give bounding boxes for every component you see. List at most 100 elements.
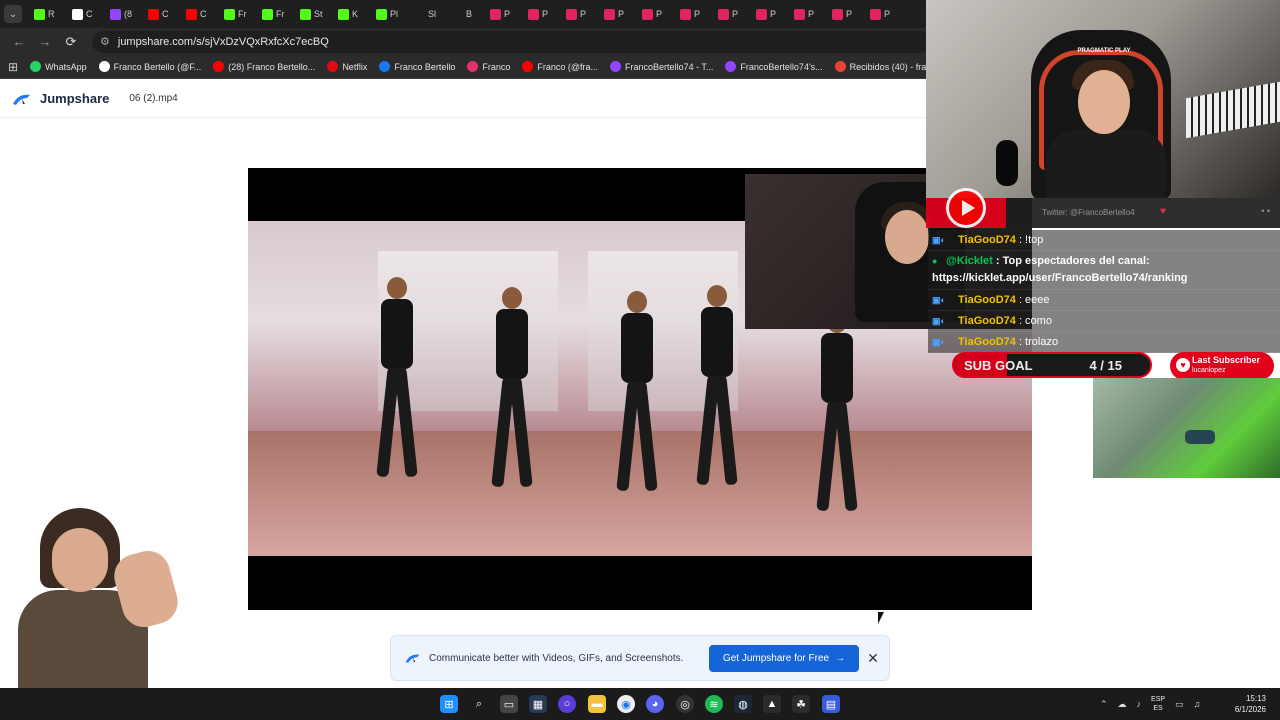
tab-favicon-icon — [718, 8, 729, 20]
language-indicator[interactable]: ESP ES — [1151, 695, 1165, 713]
bookmark-item[interactable]: FrancoBertello74 - T... — [610, 61, 713, 72]
display-icon[interactable]: ▭ — [1175, 699, 1184, 710]
app-icon[interactable]: ▲ — [763, 695, 781, 713]
browser-tab[interactable]: K — [332, 3, 368, 25]
app-icon[interactable]: ▤ — [822, 695, 840, 713]
get-jumpshare-button[interactable]: Get Jumpshare for Free → — [709, 645, 859, 672]
bookmark-icon — [327, 61, 339, 72]
browser-tab[interactable]: C — [142, 3, 178, 25]
browser-tab[interactable]: Fr — [256, 3, 292, 25]
start-icon[interactable]: ⊞ — [440, 695, 458, 713]
browser-tab[interactable]: P — [484, 3, 520, 25]
browser-tab[interactable]: St — [294, 3, 330, 25]
url-text: jumpshare.com/s/sjVxDzVQxRxfcXc7ecBQ — [117, 35, 329, 48]
bookmark-item[interactable]: Recibidos (40) - fran... — [834, 61, 939, 72]
clock[interactable]: 15:13 6/1/2026 — [1226, 693, 1266, 715]
file-explorer-icon[interactable]: ▬ — [588, 695, 606, 713]
tab-label: Fr — [276, 9, 285, 19]
spotify-icon[interactable]: ≋ — [705, 695, 723, 713]
browser-tab[interactable]: P — [712, 3, 748, 25]
bookmark-item[interactable]: Franco (@fra... — [522, 61, 598, 72]
task-view-icon[interactable]: ▭ — [500, 695, 518, 713]
browser-tab[interactable]: P — [750, 3, 786, 25]
bookmark-label: FrancoBertello74's... — [740, 61, 823, 72]
site-info-icon[interactable]: ⚙ — [100, 35, 110, 48]
back-icon[interactable]: ← — [8, 31, 30, 53]
bookmark-item[interactable]: Franco Bertello — [379, 61, 455, 72]
tab-favicon-icon — [72, 8, 83, 20]
bookmark-icon — [522, 61, 534, 72]
bookmark-item[interactable]: Franco Bertello (@F... — [98, 61, 201, 72]
browser-tab[interactable]: Sl — [408, 3, 444, 25]
dancer — [368, 277, 426, 478]
chevron-up-icon[interactable]: ⌃ — [1100, 699, 1108, 710]
browser-tab[interactable]: B — [446, 3, 482, 25]
browser-tab[interactable]: C — [180, 3, 216, 25]
store-icon[interactable]: ▦ — [529, 695, 547, 713]
cortana-icon[interactable]: ○ — [558, 695, 576, 713]
apps-grid-icon[interactable]: ⊞ — [8, 60, 18, 74]
bookmark-icon — [725, 61, 737, 72]
browser-tab[interactable]: Pl — [370, 3, 406, 25]
bookmark-item[interactable]: (28) Franco Bertello... — [213, 61, 315, 72]
close-icon[interactable]: ✕ — [865, 650, 881, 666]
bookmark-icon — [610, 61, 622, 72]
reload-icon[interactable]: ⟳ — [60, 31, 82, 53]
obs-icon[interactable]: ◎ — [676, 695, 694, 713]
last-subscriber-title: Last Subscriber — [1192, 355, 1261, 365]
bookmark-label: Netflix — [342, 61, 368, 72]
browser-tab[interactable]: P — [636, 3, 672, 25]
brand-name[interactable]: Jumpshare — [40, 91, 109, 106]
address-bar[interactable]: ⚙ jumpshare.com/s/sjVxDzVQxRxfcXc7ecBQ — [92, 30, 932, 53]
tab-label: P — [580, 9, 587, 19]
bookmark-item[interactable]: WhatsApp — [30, 61, 87, 72]
sub-goal-label: SUB GOAL — [964, 358, 1033, 373]
jumpshare-logo-icon[interactable] — [12, 92, 32, 106]
tab-favicon-icon — [300, 8, 311, 20]
microphone — [996, 140, 1018, 186]
video-player[interactable] — [248, 168, 1032, 610]
browser-tab[interactable]: C — [66, 3, 102, 25]
browser-tab[interactable]: P — [788, 3, 824, 25]
tab-search-button[interactable]: ⌄ — [4, 5, 22, 23]
tab-label: P — [504, 9, 511, 19]
search-icon[interactable]: ⌕ — [470, 695, 488, 713]
tab-favicon-icon — [528, 8, 539, 20]
tab-favicon-icon — [756, 8, 767, 20]
tab-label: B — [466, 9, 473, 19]
bookmark-label: Franco — [482, 61, 511, 72]
chat-message: ● @Kicklet : Top espectadores del canal: … — [928, 251, 1280, 290]
browser-tab[interactable]: P — [598, 3, 634, 25]
browser-tab[interactable]: R — [28, 3, 64, 25]
forward-icon[interactable]: → — [34, 31, 56, 53]
stream-chat: ▣◐ TiaGooD74 : !top ● @Kicklet : Top espec… — [928, 230, 1280, 353]
chrome-icon[interactable]: ◉ — [617, 695, 635, 713]
bookmark-item[interactable]: Franco — [467, 61, 510, 72]
volume-icon[interactable]: ♫ — [1194, 699, 1201, 709]
steam-icon[interactable]: ◍ — [734, 695, 752, 713]
page-header: Jumpshare 06 (2).mp4 — [0, 80, 926, 118]
bookmark-item[interactable]: FrancoBertello74's... — [725, 61, 823, 72]
tab-favicon-icon — [262, 8, 273, 20]
tab-label: P — [732, 9, 739, 19]
microphone-icon[interactable]: ♪ — [1137, 699, 1142, 709]
twitter-handle: Twitter: @FrancoBertello4 — [1042, 208, 1135, 217]
network-icon[interactable]: ☁ — [1118, 699, 1127, 710]
tab-favicon-icon — [414, 8, 425, 20]
browser-tab[interactable]: P — [864, 3, 900, 25]
browser-tab[interactable]: Fr — [218, 3, 254, 25]
bookmark-item[interactable]: Netflix — [327, 61, 367, 72]
browser-tab[interactable]: P — [522, 3, 558, 25]
browser-tab[interactable]: P — [674, 3, 710, 25]
browser-tab[interactable]: P — [826, 3, 862, 25]
tab-label: P — [884, 9, 891, 19]
browser-tab[interactable]: P — [560, 3, 596, 25]
tab-favicon-icon — [338, 8, 349, 20]
app-icon[interactable]: ☘ — [792, 695, 810, 713]
bookmark-icon — [30, 61, 42, 72]
youtube-play-icon — [946, 188, 986, 228]
browser-tab[interactable]: (8 — [104, 3, 140, 25]
last-subscriber-widget: ♥ Last Subscriber lucanlopez — [1170, 352, 1274, 380]
promo-banner: Communicate better with Videos, GIFs, an… — [390, 635, 890, 681]
discord-icon[interactable]: ◕ — [646, 695, 664, 713]
